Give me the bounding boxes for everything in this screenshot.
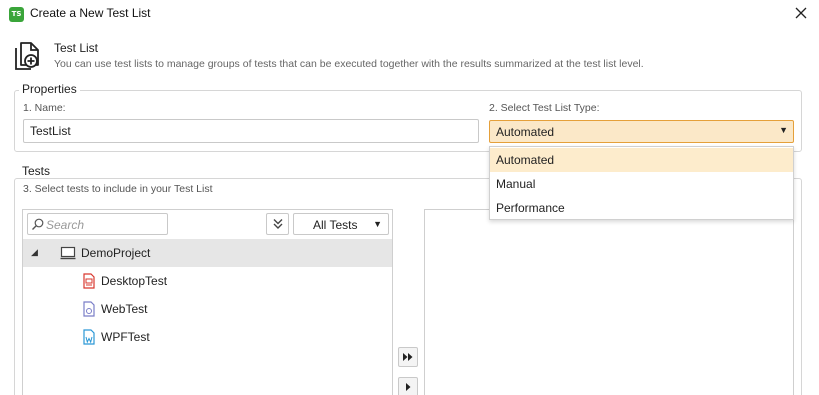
test-list-type-select[interactable]: Automated ▼ bbox=[489, 120, 794, 143]
tree-node-demoproject[interactable]: ◢ DemoProject bbox=[23, 239, 392, 267]
tree-node-label: WPFTest bbox=[101, 330, 150, 344]
double-right-arrow-icon bbox=[403, 353, 413, 361]
expand-collapse-icon[interactable]: ◢ bbox=[31, 247, 38, 258]
test-list-type-value: Automated bbox=[496, 125, 555, 139]
search-placeholder: Search bbox=[46, 218, 85, 232]
chevron-down-icon: ▼ bbox=[779, 125, 788, 135]
option-manual[interactable]: Manual bbox=[490, 172, 793, 196]
new-test-list-icon bbox=[15, 42, 39, 70]
test-filter-label: All Tests bbox=[313, 218, 358, 232]
project-icon bbox=[60, 246, 76, 260]
add-selected-button[interactable] bbox=[398, 377, 418, 395]
type-label: 2. Select Test List Type: bbox=[489, 102, 600, 114]
tree-node-label: DemoProject bbox=[81, 246, 151, 260]
properties-legend: Properties bbox=[19, 82, 80, 96]
title-bar: TS Create a New Test List bbox=[0, 0, 819, 28]
test-filter-dropdown[interactable]: All Tests ▼ bbox=[293, 213, 389, 235]
right-arrow-icon bbox=[406, 383, 411, 391]
double-chevron-down-icon bbox=[273, 219, 282, 229]
tests-legend: Tests bbox=[19, 164, 54, 178]
header-description: You can use test lists to manage groups … bbox=[54, 58, 644, 70]
add-all-button[interactable] bbox=[398, 347, 418, 367]
wpf-test-icon bbox=[83, 329, 95, 345]
chevron-down-icon: ▼ bbox=[373, 219, 382, 229]
desktop-test-icon bbox=[83, 273, 95, 289]
close-button[interactable] bbox=[789, 2, 813, 24]
tree-node-wpftest[interactable]: WPFTest bbox=[23, 323, 392, 351]
tests-instruction: 3. Select tests to include in your Test … bbox=[23, 183, 213, 195]
app-icon: TS bbox=[9, 7, 24, 22]
name-label: 1. Name: bbox=[23, 102, 66, 114]
window-title: Create a New Test List bbox=[30, 6, 151, 20]
web-test-icon bbox=[83, 301, 95, 317]
tree-node-label: DesktopTest bbox=[101, 274, 168, 288]
search-input[interactable]: Search bbox=[27, 213, 168, 235]
tree-node-label: WebTest bbox=[101, 302, 148, 316]
tree-node-desktoptest[interactable]: DesktopTest bbox=[23, 267, 392, 295]
header-title: Test List bbox=[54, 41, 99, 55]
search-icon bbox=[32, 218, 44, 230]
collapse-all-button[interactable] bbox=[266, 213, 289, 235]
selected-tests-pane bbox=[424, 209, 794, 395]
tree-node-webtest[interactable]: WebTest bbox=[23, 295, 392, 323]
test-list-type-dropdown: Automated Manual Performance bbox=[489, 146, 794, 220]
close-icon bbox=[795, 7, 807, 19]
name-input[interactable] bbox=[23, 119, 479, 143]
option-automated[interactable]: Automated bbox=[490, 148, 793, 172]
option-performance[interactable]: Performance bbox=[490, 196, 793, 220]
